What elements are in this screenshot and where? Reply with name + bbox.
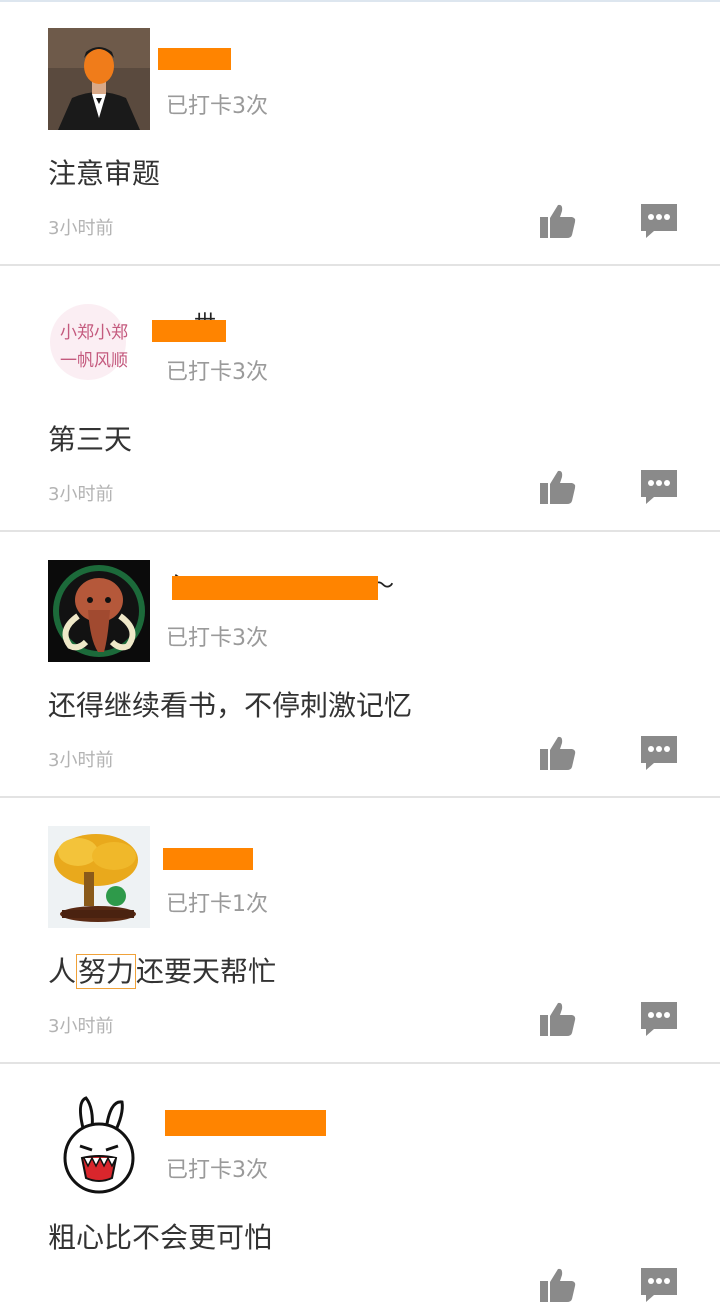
post-content: 注意审题 [48, 157, 161, 190]
username-redacted[interactable] [172, 576, 378, 600]
comment-icon[interactable] [640, 1001, 678, 1037]
post-time: 3小时前 [48, 750, 114, 771]
comment-icon[interactable] [640, 735, 678, 771]
avatar[interactable]: 小郑小郑 一帆风顺 [48, 294, 150, 396]
thumbs-up-icon[interactable] [538, 1000, 578, 1038]
checkin-count: 已打卡3次 [166, 626, 268, 651]
post-card: 鵬 已打卡3次 注意审题 3小时前 [0, 0, 720, 266]
post-time: 3小时前 [48, 484, 114, 505]
username-redacted[interactable] [165, 1110, 326, 1136]
avatar[interactable] [48, 826, 150, 928]
checkin-count: 已打卡3次 [166, 1158, 268, 1183]
checkin-count: 已打卡3次 [166, 360, 268, 385]
post-content: 第三天 [48, 423, 133, 456]
post-content-suffix: 还要天帮忙 [136, 955, 277, 988]
post-content: 人努力还要天帮忙 [48, 950, 276, 990]
avatar-text-line2: 一帆风顺 [60, 351, 128, 371]
thumbs-up-icon[interactable] [538, 468, 578, 506]
post-content: 粗心比不会更可怕 [48, 1221, 273, 1254]
username-redacted[interactable] [152, 320, 226, 342]
avatar[interactable] [48, 1092, 150, 1194]
post-content-prefix: 人 [48, 955, 77, 988]
comment-icon[interactable] [640, 203, 678, 239]
avatar[interactable] [48, 28, 150, 130]
post-card: 已打卡3次 粗心比不会更可怕 [0, 1064, 720, 1302]
post-content-highlight: 努力 [76, 954, 137, 989]
comment-icon[interactable] [640, 1267, 678, 1303]
post-card: 已打卡1次 人努力还要天帮忙 3小时前 [0, 798, 720, 1064]
post-time: 3小时前 [48, 218, 114, 239]
username-redacted[interactable] [163, 848, 253, 870]
comment-icon[interactable] [640, 469, 678, 505]
post-content: 还得继续看书，不停刺激记忆 [48, 689, 413, 722]
avatar-text-line1: 小郑小郑 [60, 323, 128, 343]
checkin-count: 已打卡1次 [166, 892, 268, 917]
username-redacted[interactable] [158, 48, 231, 70]
avatar[interactable] [48, 560, 150, 662]
post-card: 〝 〜 已打卡3次 还得继续看书，不停刺激记忆 3小时前 [0, 532, 720, 798]
thumbs-up-icon[interactable] [538, 1266, 578, 1304]
post-time: 3小时前 [48, 1016, 114, 1037]
thumbs-up-icon[interactable] [538, 734, 578, 772]
checkin-count: 已打卡3次 [166, 94, 268, 119]
post-card: 小郑小郑 一帆风顺 一世 已打卡3次 第三天 3小时前 [0, 266, 720, 532]
thumbs-up-icon[interactable] [538, 202, 578, 240]
